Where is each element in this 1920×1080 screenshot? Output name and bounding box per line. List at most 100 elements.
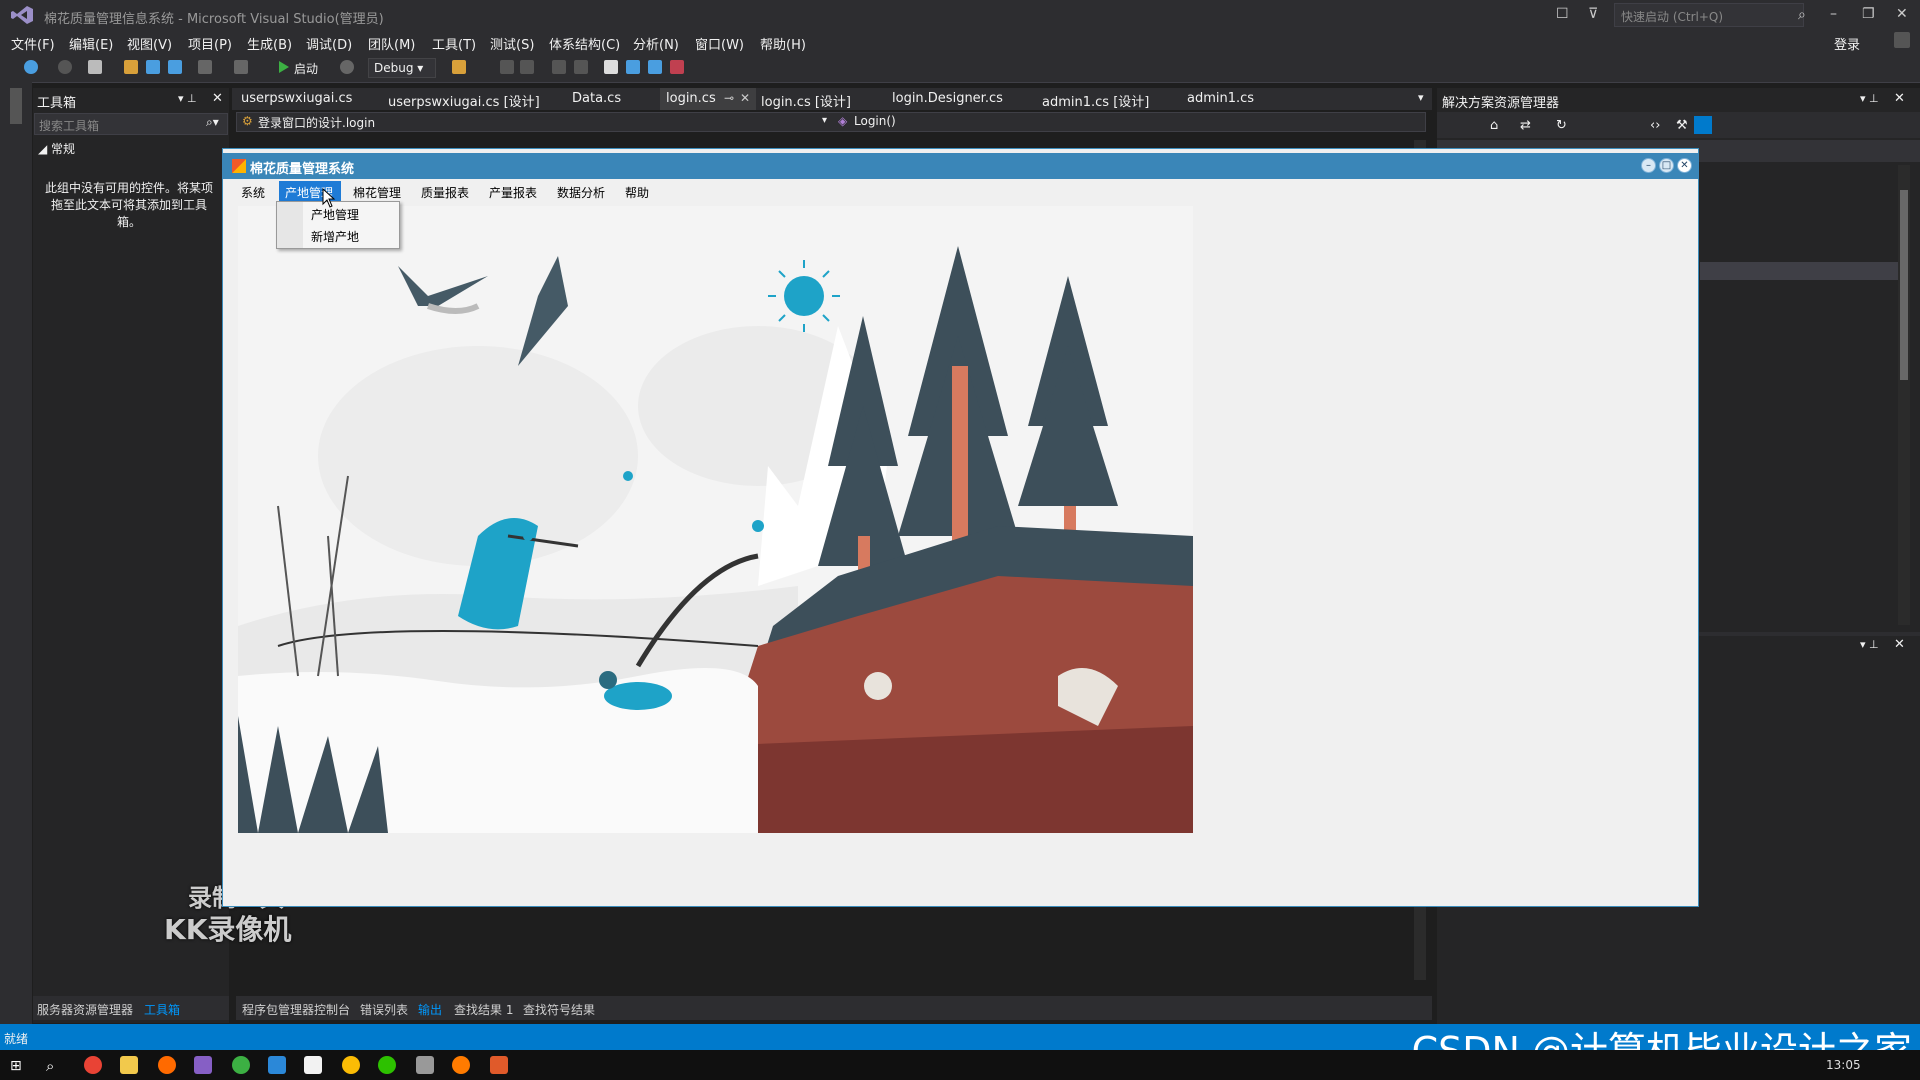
restore-icon[interactable]: ❐ (1862, 6, 1875, 22)
redo-icon[interactable] (234, 60, 248, 74)
winform-app-icon[interactable] (490, 1056, 508, 1074)
form-menu-cotton[interactable]: 棉花管理 (353, 184, 401, 201)
tab-close-icon[interactable]: ✕ (740, 91, 750, 105)
close-panel-icon[interactable]: ✕ (212, 91, 223, 106)
wechat-icon[interactable] (378, 1056, 396, 1074)
menu-edit[interactable]: 编辑(E) (69, 34, 113, 53)
preview-icon[interactable] (1694, 116, 1712, 134)
recorder-icon[interactable] (452, 1056, 470, 1074)
prev-bookmark-icon[interactable] (626, 60, 640, 74)
tab-overflow-icon[interactable]: ▾ (1418, 91, 1424, 104)
search-icon[interactable]: ⌕▾ (206, 115, 219, 130)
tab-find-symbol-results[interactable]: 查找符号结果 (523, 1001, 595, 1018)
sign-in-link[interactable]: 登录 (1834, 34, 1860, 53)
forward-icon[interactable] (58, 60, 72, 74)
app-icon[interactable] (268, 1056, 286, 1074)
menu-view[interactable]: 视图(V) (127, 34, 172, 53)
back-icon[interactable] (24, 60, 38, 74)
clock[interactable]: 13:05 (1826, 1058, 1861, 1072)
tab-pin-icon[interactable]: ⊸ (724, 91, 734, 105)
notepad-icon[interactable] (304, 1056, 322, 1074)
toolbox-search-input[interactable]: 搜索工具箱 (34, 113, 228, 135)
windows-start-icon[interactable]: ⊞ (10, 1058, 22, 1074)
play-icon[interactable] (278, 60, 290, 74)
align-icon[interactable] (500, 60, 514, 74)
menu-build[interactable]: 生成(B) (247, 34, 292, 53)
bookmark-icon[interactable] (604, 60, 618, 74)
view-code-icon[interactable]: ‹› (1650, 118, 1660, 133)
tab-package-manager[interactable]: 程序包管理器控制台 (242, 1001, 350, 1018)
pin-icon[interactable]: ▾ ⊥ (178, 92, 197, 105)
save-all-icon[interactable] (168, 60, 182, 74)
close-panel-icon[interactable]: ✕ (1894, 91, 1905, 106)
visual-studio-taskbar-icon[interactable] (194, 1056, 212, 1074)
chevron-down-icon[interactable]: ▾ (822, 115, 827, 126)
form-maximize-icon[interactable]: □ (1659, 158, 1674, 173)
menu-test[interactable]: 测试(S) (490, 34, 534, 53)
tab-admin1-cs[interactable]: admin1.cs (1187, 91, 1254, 106)
refresh-icon[interactable]: ↻ (1556, 118, 1567, 133)
new-project-icon[interactable] (88, 60, 102, 74)
undo-icon[interactable] (198, 60, 212, 74)
clear-bookmarks-icon[interactable] (670, 60, 684, 74)
nav-member-dropdown[interactable]: Login() (854, 114, 896, 128)
form-menu-system[interactable]: 系统 (241, 184, 265, 201)
feedback-icon[interactable]: ☐ (1556, 6, 1569, 22)
sync-icon[interactable]: ⇄ (1520, 118, 1531, 133)
tab-error-list[interactable]: 错误列表 (360, 1001, 408, 1018)
selected-tree-item[interactable] (1700, 262, 1900, 280)
menu-item-origin-management[interactable]: 产地管理 (311, 206, 359, 223)
open-file-icon[interactable] (124, 60, 138, 74)
browser-icon[interactable] (342, 1056, 360, 1074)
form-menu-quality-report[interactable]: 质量报表 (421, 184, 469, 201)
quick-launch-input[interactable]: 快速启动 (Ctrl+Q) (1614, 3, 1804, 27)
minimize-icon[interactable]: – (1830, 6, 1837, 22)
search-icon[interactable]: ⌕ (46, 1057, 54, 1075)
account-icon[interactable] (1894, 32, 1910, 48)
close-panel-icon[interactable]: ✕ (1894, 637, 1905, 652)
properties-icon[interactable]: ⚒ (1676, 118, 1688, 133)
solution-configuration-select[interactable]: Debug ▾ (368, 58, 436, 78)
start-button[interactable]: 启动 (294, 60, 318, 77)
tool-icon[interactable] (416, 1056, 434, 1074)
tab-toolbox[interactable]: 工具箱 (144, 1001, 180, 1018)
align-center-icon[interactable] (520, 60, 534, 74)
tab-output[interactable]: 输出 (418, 1001, 442, 1018)
tab-userpswxiugai-cs[interactable]: userpswxiugai.cs (241, 91, 352, 106)
tab-login-designer-cs[interactable]: login.Designer.cs (892, 91, 1003, 106)
menu-team[interactable]: 团队(M) (368, 34, 415, 53)
search-icon[interactable]: ⌕ (1798, 7, 1806, 23)
toolbox-group-general[interactable]: ◢ 常规 (38, 140, 75, 157)
menu-help[interactable]: 帮助(H) (760, 34, 806, 53)
form-minimize-icon[interactable]: – (1641, 158, 1656, 173)
menu-item-add-origin[interactable]: 新增产地 (311, 228, 359, 245)
form-menu-data-analysis[interactable]: 数据分析 (557, 184, 605, 201)
next-bookmark-icon[interactable] (648, 60, 662, 74)
close-icon[interactable]: ✕ (1896, 6, 1908, 22)
indent-icon[interactable] (552, 60, 566, 74)
form-menu-help[interactable]: 帮助 (625, 184, 649, 201)
menu-window[interactable]: 窗口(W) (695, 34, 744, 53)
tab-find-results[interactable]: 查找结果 1 (454, 1001, 513, 1018)
menu-project[interactable]: 项目(P) (188, 34, 232, 53)
refresh-icon[interactable] (340, 60, 354, 74)
server-explorer-icon[interactable] (10, 88, 22, 124)
menu-analyze[interactable]: 分析(N) (633, 34, 679, 53)
pin-icon[interactable]: ▾ ⊥ (1860, 92, 1879, 105)
menu-architecture[interactable]: 体系结构(C) (549, 34, 620, 53)
pin-icon[interactable]: ▾ ⊥ (1860, 638, 1879, 651)
home-icon[interactable]: ⌂ (1490, 118, 1498, 133)
file-explorer-icon[interactable] (120, 1056, 138, 1074)
menu-debug[interactable]: 调试(D) (306, 34, 352, 53)
outdent-icon[interactable] (574, 60, 588, 74)
form-menu-yield-report[interactable]: 产量报表 (489, 184, 537, 201)
tab-server-explorer[interactable]: 服务器资源管理器 (37, 1001, 133, 1018)
search-app-icon[interactable] (158, 1056, 176, 1074)
menu-tools[interactable]: 工具(T) (432, 34, 476, 53)
scrollbar-thumb[interactable] (1900, 190, 1908, 380)
tab-login-cs[interactable]: login.cs (666, 91, 716, 106)
form-close-icon[interactable]: ✕ (1677, 158, 1692, 173)
tab-admin1-design[interactable]: admin1.cs [设计] (1042, 91, 1149, 110)
nav-type-dropdown[interactable]: 登录窗口的设计.login (258, 114, 375, 131)
tab-login-design[interactable]: login.cs [设计] (761, 91, 851, 110)
